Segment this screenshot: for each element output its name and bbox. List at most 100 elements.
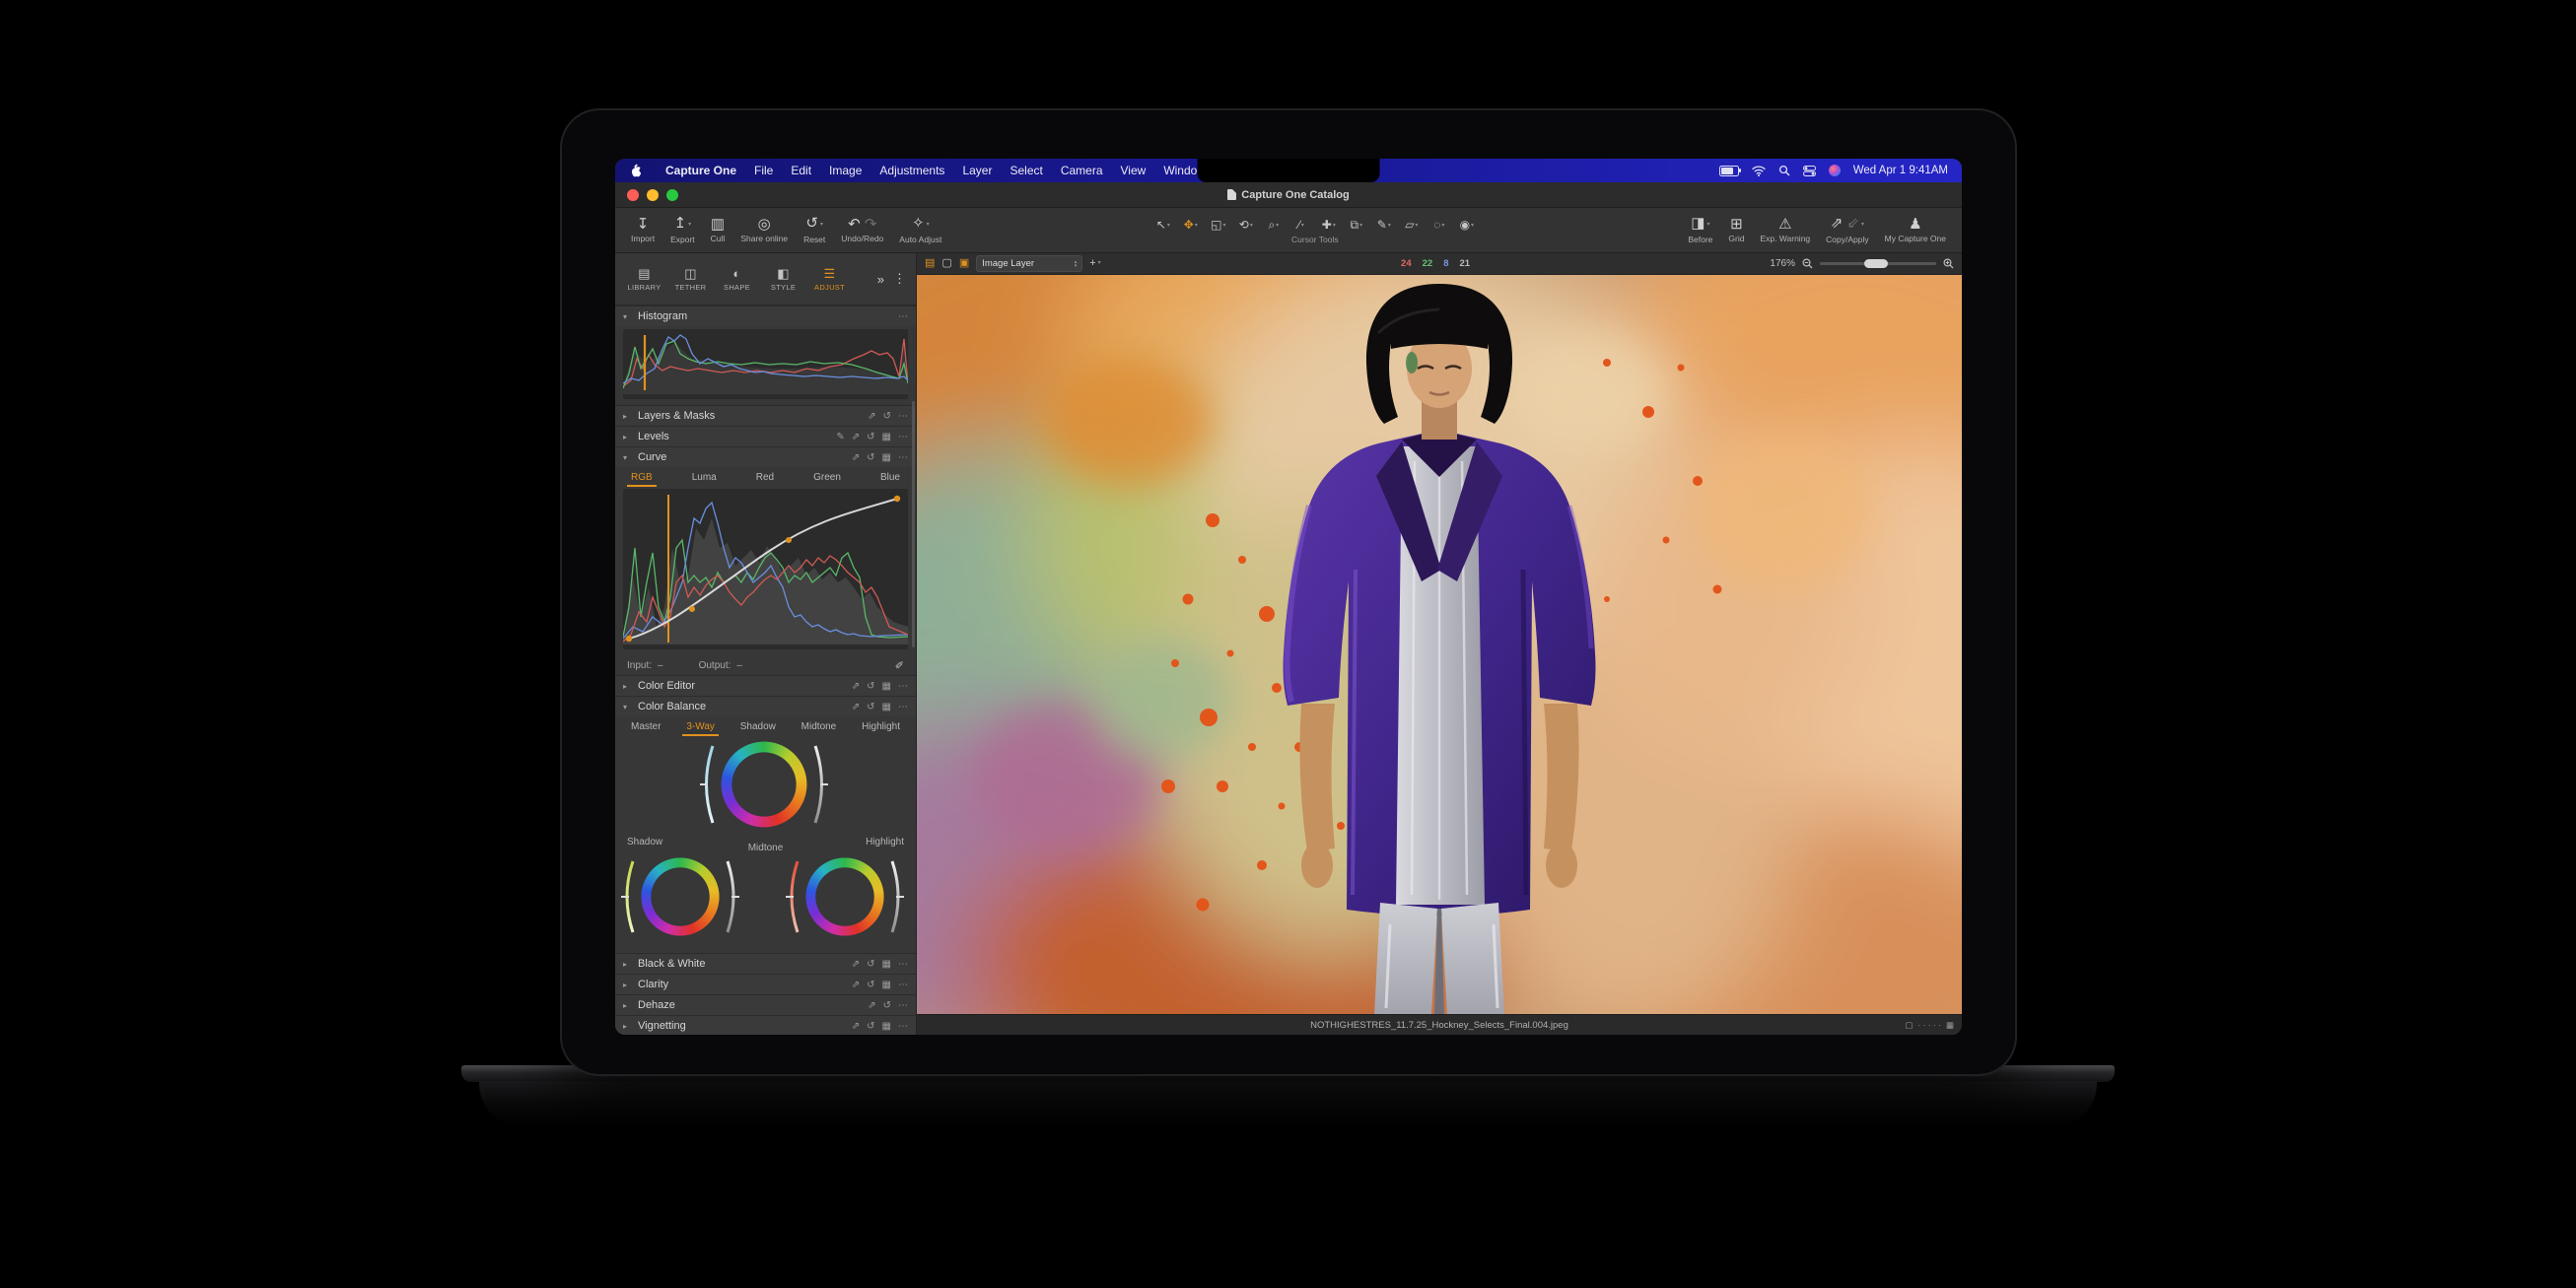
reset-icon[interactable]: ↺ xyxy=(883,411,891,422)
thumbnail-dots[interactable]: · · · · · xyxy=(1917,1020,1941,1030)
curve-tab-red[interactable]: Red xyxy=(752,469,778,487)
cb-tab-midtone[interactable]: Midtone xyxy=(798,718,841,736)
reset-icon[interactable]: ↺ xyxy=(867,432,874,442)
menu-bar-clock[interactable]: Wed Apr 1 9:41AM xyxy=(1853,165,1948,176)
curve-header[interactable]: ▾ Curve ⇗↺▦⋯ xyxy=(615,446,916,467)
curve-chart[interactable] xyxy=(623,489,908,649)
shadow-wheel[interactable] xyxy=(621,856,739,937)
apple-logo-icon[interactable] xyxy=(629,164,641,177)
reset-icon[interactable]: ↺ xyxy=(867,681,874,692)
levels-header[interactable]: ▸ Levels ✎⇗↺▦⋯ xyxy=(615,426,916,446)
grid-button[interactable]: ⊞Grid xyxy=(1720,208,1752,252)
sidebar-scrollbar[interactable] xyxy=(912,401,915,647)
more-icon[interactable]: ⋯ xyxy=(898,959,908,970)
shadow-luminance-arc[interactable] xyxy=(724,856,739,937)
more-icon[interactable]: ⋯ xyxy=(898,980,908,990)
reset-icon[interactable]: ↺ xyxy=(867,702,874,712)
rotate-tool[interactable]: ⟲▾ xyxy=(1233,217,1258,234)
more-icon[interactable]: ⋯ xyxy=(898,1000,908,1011)
menu-item-file[interactable]: File xyxy=(745,164,782,177)
layers-masks-header[interactable]: ▸ Layers & Masks ⇗↺⋯ xyxy=(615,405,916,426)
copy-icon[interactable]: ⇗ xyxy=(852,432,860,442)
expand-tools-icon[interactable]: » xyxy=(877,272,884,287)
layer-select[interactable]: Image Layer ▴▾ xyxy=(976,255,1082,272)
more-icon[interactable]: ⋯ xyxy=(898,411,908,422)
color-editor-header[interactable]: ▸ Color Editor ⇗↺▦⋯ xyxy=(615,675,916,696)
frame-icon[interactable]: ▢ xyxy=(1905,1020,1913,1031)
more-icon[interactable]: ⋯ xyxy=(898,681,908,692)
copy-icon[interactable]: ⇗ xyxy=(852,681,860,692)
undo-redo-button[interactable]: ↶ ↷Undo/Redo xyxy=(833,208,891,252)
close-window-button[interactable] xyxy=(627,189,639,201)
curve-tab-green[interactable]: Green xyxy=(809,469,845,487)
more-icon[interactable]: ⋯ xyxy=(898,452,908,463)
copy-icon[interactable]: ⇗ xyxy=(852,452,860,463)
zoom-level[interactable]: 176% xyxy=(1770,258,1795,269)
midtone-saturation-arc[interactable] xyxy=(699,740,717,829)
eraser-tool[interactable]: ▱▾ xyxy=(1399,217,1424,234)
highlight-wheel-indicator[interactable] xyxy=(856,889,872,906)
menu-item-layer[interactable]: Layer xyxy=(953,164,1001,177)
highlight-luminance-arc[interactable] xyxy=(888,856,904,937)
copy-icon[interactable]: ⇗ xyxy=(852,1021,860,1032)
menu-item-camera[interactable]: Camera xyxy=(1052,164,1112,177)
shadow-wheel-indicator[interactable] xyxy=(672,889,689,906)
zoom-out-icon[interactable] xyxy=(1802,258,1813,269)
edit-icon[interactable]: ✎ xyxy=(836,432,844,442)
reset-icon[interactable]: ↺ xyxy=(867,452,874,463)
auto-adjust-button[interactable]: ✧▾Auto Adjust xyxy=(891,208,949,252)
add-layer-button[interactable]: +▾ xyxy=(1089,258,1100,269)
white-balance-tool[interactable]: ◉▾ xyxy=(1454,217,1479,234)
tab-library[interactable]: ▤LIBRARY xyxy=(621,267,667,292)
zoom-in-icon[interactable] xyxy=(1943,258,1954,269)
cb-tab-3way[interactable]: 3-Way xyxy=(682,718,719,736)
preset-icon[interactable]: ▦ xyxy=(882,959,891,970)
battery-icon[interactable] xyxy=(1719,166,1739,176)
tab-tether[interactable]: ◫TETHER xyxy=(667,267,714,292)
spot-tool[interactable]: ◌▾ xyxy=(1427,217,1451,234)
curve-tab-blue[interactable]: Blue xyxy=(876,469,904,487)
single-view-icon[interactable]: ▢ xyxy=(941,258,951,269)
menu-item-view[interactable]: View xyxy=(1112,164,1155,177)
import-button[interactable]: ↧Import xyxy=(623,208,662,252)
curve-tab-rgb[interactable]: RGB xyxy=(627,469,657,487)
straighten-tool[interactable]: ∕▾ xyxy=(1288,217,1313,234)
clone-tool[interactable]: ⧉▾ xyxy=(1344,217,1368,234)
black-white-header[interactable]: ▸ Black & White ⇗↺▦⋯ xyxy=(615,953,916,974)
export-button[interactable]: ↥▾Export xyxy=(662,208,703,252)
reset-icon[interactable]: ↺ xyxy=(867,959,874,970)
cb-tab-shadow[interactable]: Shadow xyxy=(736,718,780,736)
preset-icon[interactable]: ▦ xyxy=(882,681,891,692)
before-button[interactable]: ◨▾Before xyxy=(1680,208,1720,252)
midtone-luminance-arc[interactable] xyxy=(811,740,829,829)
proof-view-icon[interactable]: ▣ xyxy=(959,258,969,269)
preset-icon[interactable]: ▦ xyxy=(882,432,891,442)
exposure-warning-button[interactable]: ⚠Exp. Warning xyxy=(1752,208,1818,252)
preset-icon[interactable]: ▦ xyxy=(882,980,891,990)
tab-adjust[interactable]: ☰ADJUST xyxy=(806,267,853,292)
heal-tool[interactable]: ✚▾ xyxy=(1316,217,1341,234)
spotlight-icon[interactable] xyxy=(1778,165,1790,176)
dehaze-header[interactable]: ▸ Dehaze ⇗↺⋯ xyxy=(615,994,916,1015)
midtone-wheel[interactable] xyxy=(699,740,829,829)
cb-tab-master[interactable]: Master xyxy=(627,718,665,736)
zoom-window-button[interactable] xyxy=(666,189,678,201)
reset-icon[interactable]: ↺ xyxy=(867,1021,874,1032)
photo-canvas[interactable] xyxy=(917,275,1962,1014)
copy-icon[interactable]: ⇗ xyxy=(868,411,875,422)
copy-icon[interactable]: ⇗ xyxy=(852,980,860,990)
more-icon[interactable]: ⋯ xyxy=(898,702,908,712)
more-icon[interactable]: ⋯ xyxy=(898,1021,908,1032)
curve-tab-luma[interactable]: Luma xyxy=(688,469,721,487)
siri-icon[interactable] xyxy=(1829,165,1841,176)
minimize-window-button[interactable] xyxy=(647,189,659,201)
copy-icon[interactable]: ⇗ xyxy=(852,959,860,970)
more-icon[interactable]: ⋯ xyxy=(898,311,908,322)
more-icon[interactable]: ⋯ xyxy=(898,432,908,442)
curve-picker-icon[interactable]: ✐ xyxy=(895,659,904,672)
tools-overflow-icon[interactable]: ⋮ xyxy=(893,271,906,287)
vignetting-header[interactable]: ▸ Vignetting ⇗↺▦⋯ xyxy=(615,1015,916,1035)
loupe-tool[interactable]: ⌕▾ xyxy=(1261,217,1286,234)
crop-tool[interactable]: ◱▾ xyxy=(1206,217,1230,234)
menu-item-select[interactable]: Select xyxy=(1001,164,1051,177)
